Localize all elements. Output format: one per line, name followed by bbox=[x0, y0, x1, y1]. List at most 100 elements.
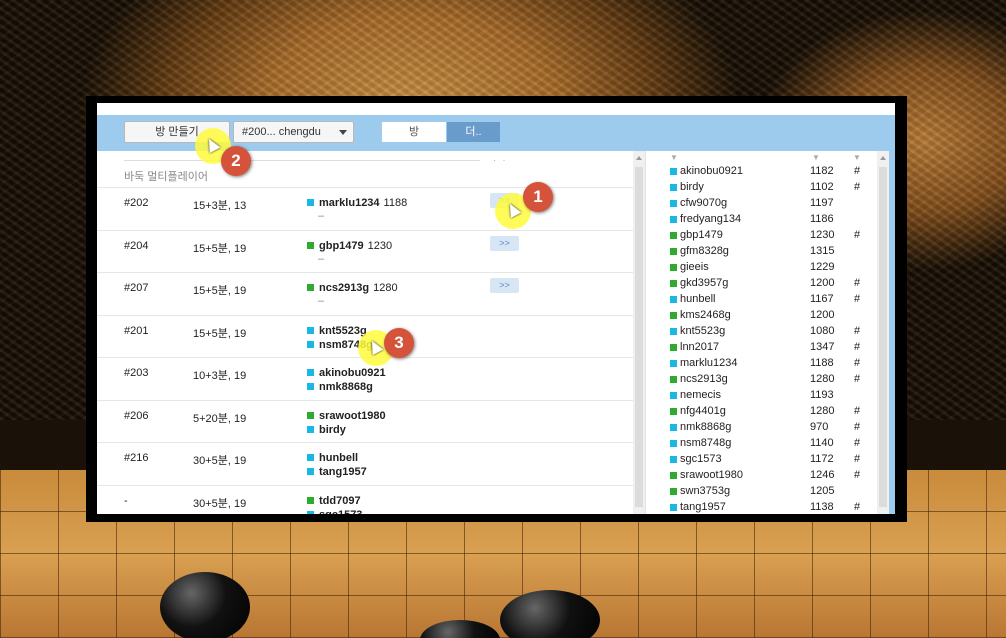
user-row[interactable]: nsm8748g 1140 # bbox=[667, 435, 863, 451]
user-color-icon bbox=[670, 488, 677, 495]
user-row[interactable]: knt5523g 1080 # bbox=[667, 323, 863, 339]
player-name: hunbell bbox=[319, 452, 359, 464]
scroll-thumb[interactable] bbox=[635, 167, 643, 507]
tab-rooms[interactable]: 방 bbox=[382, 122, 446, 142]
user-row[interactable]: fredyang134 1186 bbox=[667, 211, 863, 227]
user-row[interactable]: nmk8868g 970 # bbox=[667, 419, 863, 435]
user-row[interactable]: lnn2017 1347 # bbox=[667, 339, 863, 355]
user-color-icon bbox=[670, 392, 677, 399]
user-color-icon bbox=[670, 312, 677, 319]
user-rating: 1182 bbox=[810, 165, 834, 177]
user-flag: # bbox=[854, 373, 861, 385]
user-row[interactable]: gbp1479 1230 # bbox=[667, 227, 863, 243]
user-name: nsm8748g bbox=[680, 437, 732, 449]
user-row[interactable]: tang1957 1138 # bbox=[667, 499, 863, 514]
users-list: ▼ ▼ ▼ akinobu0921 1182 # birdy 1102 # cfw9070g… bbox=[667, 151, 863, 514]
go-lobby-window: 방 만들기 #200... chengdu 방 더.. · · 바둑 멀티플레이… bbox=[97, 103, 895, 514]
table-row[interactable]: #20215+3분, 13marklu12341188–>> bbox=[97, 187, 645, 230]
empty-seat: – bbox=[318, 210, 325, 222]
user-rating: 1193 bbox=[810, 389, 834, 401]
user-row[interactable]: ncs2913g 1280 # bbox=[667, 371, 863, 387]
user-color-icon bbox=[670, 472, 677, 479]
table-row[interactable]: #207 15+5분, 19 ncs2913g 1280– >> bbox=[97, 272, 645, 315]
sort-name-icon[interactable]: ▼ bbox=[670, 153, 678, 162]
player-color-icon bbox=[307, 425, 314, 433]
chevron-down-icon bbox=[339, 130, 347, 135]
player-2: sgc1573 bbox=[307, 509, 362, 514]
user-row[interactable]: akinobu0921 1182 # bbox=[667, 163, 863, 179]
user-color-icon bbox=[670, 216, 677, 223]
user-color-icon bbox=[670, 248, 677, 255]
user-row[interactable]: marklu1234 1188 # bbox=[667, 355, 863, 371]
room-id: #216 bbox=[124, 452, 149, 464]
player-color-icon bbox=[307, 326, 314, 334]
user-rating: 1188 bbox=[810, 357, 834, 369]
player-color-icon bbox=[307, 468, 314, 475]
user-row[interactable]: gieeis 1229 bbox=[667, 259, 863, 275]
user-color-icon bbox=[670, 264, 677, 271]
user-row[interactable]: nfg4401g 1280 # bbox=[667, 403, 863, 419]
user-name: knt5523g bbox=[680, 325, 726, 337]
user-color-icon bbox=[670, 424, 677, 431]
user-name: nfg4401g bbox=[680, 405, 726, 417]
user-row[interactable]: swn3753g 1205 bbox=[667, 483, 863, 499]
scroll-up-icon[interactable] bbox=[880, 156, 886, 160]
user-row[interactable]: kms2468g 1200 bbox=[667, 307, 863, 323]
user-row[interactable]: birdy 1102 # bbox=[667, 179, 863, 195]
player-1: srawoot1980 bbox=[307, 410, 390, 422]
user-color-icon bbox=[670, 440, 677, 447]
user-row[interactable]: srawoot1980 1246 # bbox=[667, 467, 863, 483]
player-name: birdy bbox=[319, 423, 346, 436]
user-flag: # bbox=[854, 469, 861, 481]
join-button[interactable]: >> bbox=[490, 278, 519, 293]
time-control: 5+20분, 19 bbox=[193, 412, 247, 425]
games-scrollbar[interactable] bbox=[633, 151, 645, 514]
user-row[interactable]: hunbell 1167 # bbox=[667, 291, 863, 307]
user-row[interactable]: gfm8328g 1315 bbox=[667, 243, 863, 259]
time-control: 30+5분, 19 bbox=[193, 497, 247, 510]
user-color-icon bbox=[670, 344, 677, 351]
sort-flag-icon[interactable]: ▼ bbox=[853, 153, 861, 162]
table-row[interactable]: #204 15+5분, 19 gbp1479 1230– >> bbox=[97, 229, 645, 273]
user-flag: # bbox=[854, 405, 861, 417]
user-name: sgc1573 bbox=[680, 453, 722, 465]
room-id: - bbox=[124, 494, 128, 507]
table-row[interactable]: - 30+5분, 19 tdd7097 sgc1573 bbox=[97, 484, 645, 514]
player-rating: 1188 bbox=[383, 197, 408, 209]
tab-more[interactable]: 더.. bbox=[447, 122, 500, 142]
user-row[interactable]: sgc1573 1172 # bbox=[667, 451, 863, 467]
user-flag: # bbox=[854, 501, 861, 513]
user-flag: # bbox=[854, 341, 861, 353]
user-name: gfm8328g bbox=[680, 245, 729, 257]
user-name: ncs2913g bbox=[680, 373, 728, 385]
room-id: #204 bbox=[124, 239, 149, 252]
user-rating: 1280 bbox=[810, 373, 835, 385]
user-rating: 1205 bbox=[810, 485, 835, 497]
user-flag: # bbox=[854, 421, 861, 433]
user-rating: 1200 bbox=[810, 309, 835, 321]
join-button[interactable]: >> bbox=[490, 235, 519, 251]
user-name: hunbell bbox=[680, 293, 716, 305]
player-color-icon bbox=[307, 241, 314, 249]
user-color-icon bbox=[670, 504, 677, 511]
user-row[interactable]: gkd3957g 1200 # bbox=[667, 275, 863, 291]
users-scrollbar[interactable] bbox=[877, 151, 889, 514]
user-flag: # bbox=[854, 437, 861, 449]
player-name: tang1957 bbox=[319, 466, 367, 478]
user-rating: 1200 bbox=[810, 277, 835, 289]
sort-rating-icon[interactable]: ▼ bbox=[812, 153, 820, 162]
step-badge-1: 1 bbox=[523, 182, 553, 212]
user-color-icon bbox=[670, 376, 677, 383]
player-1: akinobu0921 bbox=[307, 367, 390, 379]
section-title: 바둑 멀티플레이어 bbox=[124, 171, 209, 183]
scroll-thumb[interactable] bbox=[879, 167, 887, 507]
table-row[interactable]: #206 5+20분, 19 srawoot1980 birdy bbox=[97, 399, 645, 443]
user-row[interactable]: cfw9070g 1197 bbox=[667, 195, 863, 211]
user-row[interactable]: nemecis 1193 bbox=[667, 387, 863, 403]
table-row[interactable]: #216 30+5분, 19 hunbell tang1957 bbox=[97, 442, 645, 485]
room-select[interactable]: #200... chengdu bbox=[233, 121, 354, 143]
player-color-icon bbox=[307, 383, 314, 390]
user-rating: 1186 bbox=[810, 213, 834, 225]
user-color-icon bbox=[670, 456, 677, 463]
scroll-up-icon[interactable] bbox=[636, 156, 642, 160]
